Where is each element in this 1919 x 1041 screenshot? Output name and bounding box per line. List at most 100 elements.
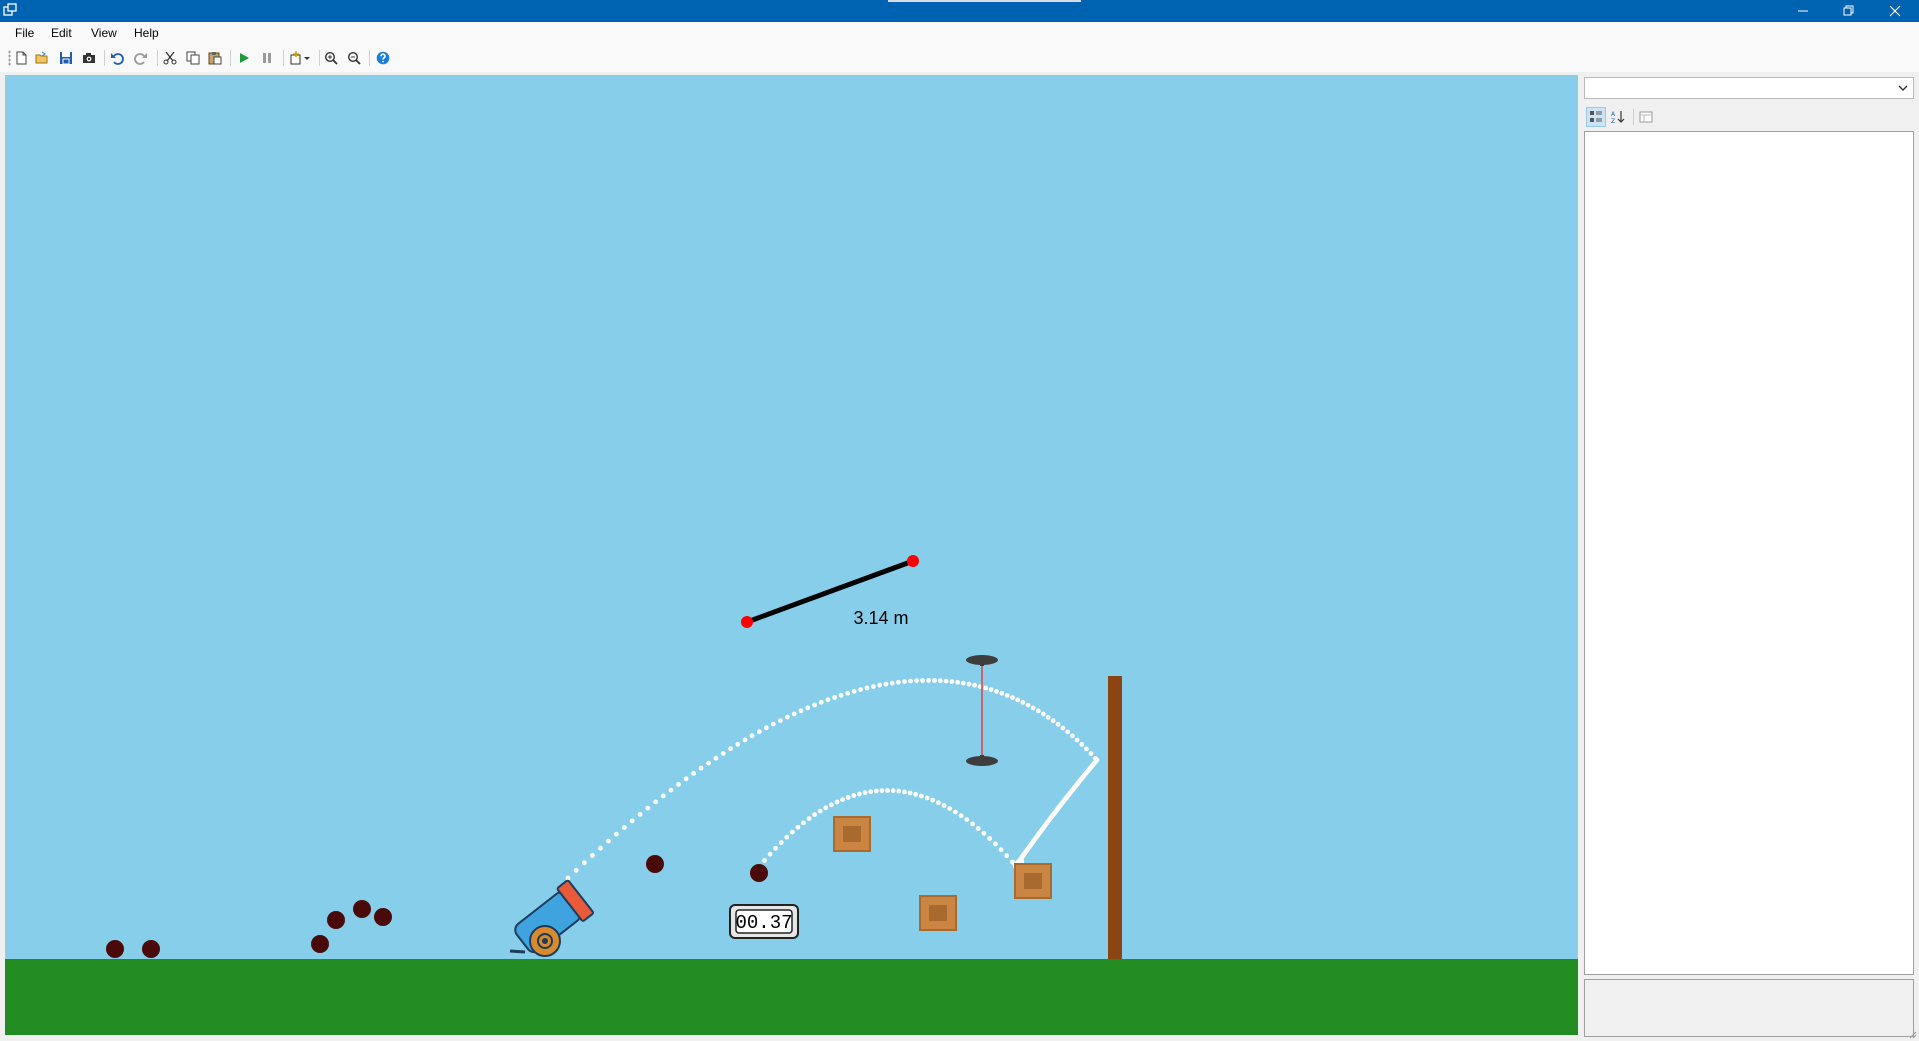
open-button[interactable]: [33, 49, 51, 67]
property-pages-button[interactable]: [1636, 107, 1656, 127]
trail-dot: [864, 685, 870, 691]
restore-button[interactable]: [1826, 0, 1872, 22]
trail-dot: [960, 680, 966, 686]
ruler-end-handle[interactable]: [907, 555, 919, 567]
wooden-post[interactable]: [1108, 676, 1122, 959]
trail-dot: [829, 802, 834, 808]
trail-dot: [862, 790, 868, 796]
trail-dot: [949, 679, 955, 684]
cut-button[interactable]: [161, 49, 179, 67]
trail-dot: [720, 751, 726, 756]
crate[interactable]: [833, 816, 871, 852]
trail-dot: [998, 847, 1004, 853]
property-description-area: [1584, 979, 1914, 1037]
minimize-icon: [1798, 10, 1808, 12]
crate[interactable]: [919, 895, 957, 931]
ruler-start-handle[interactable]: [741, 616, 753, 628]
pause-button[interactable]: [258, 49, 276, 67]
property-grid[interactable]: [1584, 131, 1914, 975]
categorized-button[interactable]: [1586, 107, 1606, 127]
trail-dot: [966, 681, 972, 687]
camera-icon: [83, 53, 95, 63]
chevron-down-icon: [1898, 85, 1908, 91]
save-button[interactable]: [57, 49, 75, 67]
trail-dot: [1020, 700, 1026, 705]
trail-dot: [947, 806, 953, 811]
toolbar-grip[interactable]: [8, 50, 11, 66]
trail-dot: [784, 834, 790, 840]
trail-dot: [981, 830, 987, 836]
trail-dot: [749, 733, 755, 739]
cannonball[interactable]: [311, 935, 329, 953]
trail-dot: [930, 797, 936, 803]
app-icon[interactable]: [3, 3, 17, 17]
save-icon: [60, 52, 72, 65]
cannonball[interactable]: [106, 940, 124, 958]
trail-dot: [653, 799, 658, 805]
ground: [5, 959, 1578, 1035]
menu-help[interactable]: Help: [134, 26, 159, 40]
trail-dot: [1074, 737, 1080, 743]
simulation-canvas[interactable]: 3.14 m 00.37: [5, 75, 1578, 1035]
screenshot-button[interactable]: [80, 49, 98, 67]
trail-dot: [1060, 725, 1066, 731]
trail-dot: [902, 679, 907, 684]
object-selector[interactable]: [1584, 77, 1914, 99]
cannonball[interactable]: [374, 908, 392, 926]
redo-button[interactable]: [132, 49, 150, 67]
paste-button[interactable]: [206, 49, 224, 67]
cannonball[interactable]: [142, 940, 160, 958]
minimize-button[interactable]: [1780, 0, 1826, 22]
ruler-distance-label: 3.14 m: [853, 608, 908, 628]
crate[interactable]: [1014, 863, 1052, 899]
trail-dot: [937, 678, 943, 684]
trail-dot: [762, 858, 767, 863]
new-button[interactable]: [12, 49, 30, 67]
cannonball[interactable]: [646, 855, 664, 873]
trail-dot: [908, 678, 913, 684]
menu-edit[interactable]: Edit: [51, 26, 72, 40]
alphabetical-button[interactable]: AZ: [1608, 107, 1628, 127]
cannonball[interactable]: [353, 900, 371, 918]
cannonball[interactable]: [750, 864, 768, 882]
trail-dot: [992, 841, 998, 847]
trail-dot: [975, 826, 981, 831]
trail-dot: [645, 805, 651, 811]
zoom-in-button[interactable]: [322, 49, 340, 67]
trail-dot: [877, 682, 883, 688]
restore-icon: [1843, 5, 1854, 16]
title-accent: [888, 0, 1081, 2]
trail-dot: [637, 812, 643, 817]
copy-icon: [186, 51, 200, 65]
undo-button[interactable]: [108, 49, 126, 67]
trail-dot: [691, 771, 696, 776]
close-button[interactable]: [1872, 0, 1918, 22]
trail-dot: [920, 678, 925, 683]
cannonball[interactable]: [327, 911, 345, 929]
trail-dot: [735, 741, 741, 747]
add-object-icon: [290, 51, 310, 65]
trail-dot: [795, 824, 801, 830]
help-icon: [376, 51, 390, 65]
stopwatch[interactable]: 00.37: [729, 904, 799, 939]
copy-button[interactable]: [184, 49, 202, 67]
trail-dot: [812, 702, 817, 708]
trail-dot: [614, 831, 619, 837]
trail-dot: [988, 687, 994, 692]
trail-dot: [763, 725, 769, 731]
trail-dot: [883, 681, 889, 687]
categorized-icon: [1590, 111, 1602, 122]
title-bar: [0, 0, 1919, 22]
add-object-dropdown[interactable]: [288, 49, 314, 67]
trail-dot: [798, 708, 804, 714]
size-grip-icon[interactable]: [1907, 1029, 1917, 1039]
trail-dot: [858, 687, 863, 692]
menu-file[interactable]: File: [15, 26, 34, 40]
trail-dot: [936, 800, 941, 806]
menu-view[interactable]: View: [91, 26, 117, 40]
zoom-out-button[interactable]: [345, 49, 363, 67]
cut-icon: [163, 51, 177, 65]
trail-dot: [791, 711, 797, 717]
play-button[interactable]: [235, 49, 253, 67]
help-button[interactable]: [374, 49, 392, 67]
